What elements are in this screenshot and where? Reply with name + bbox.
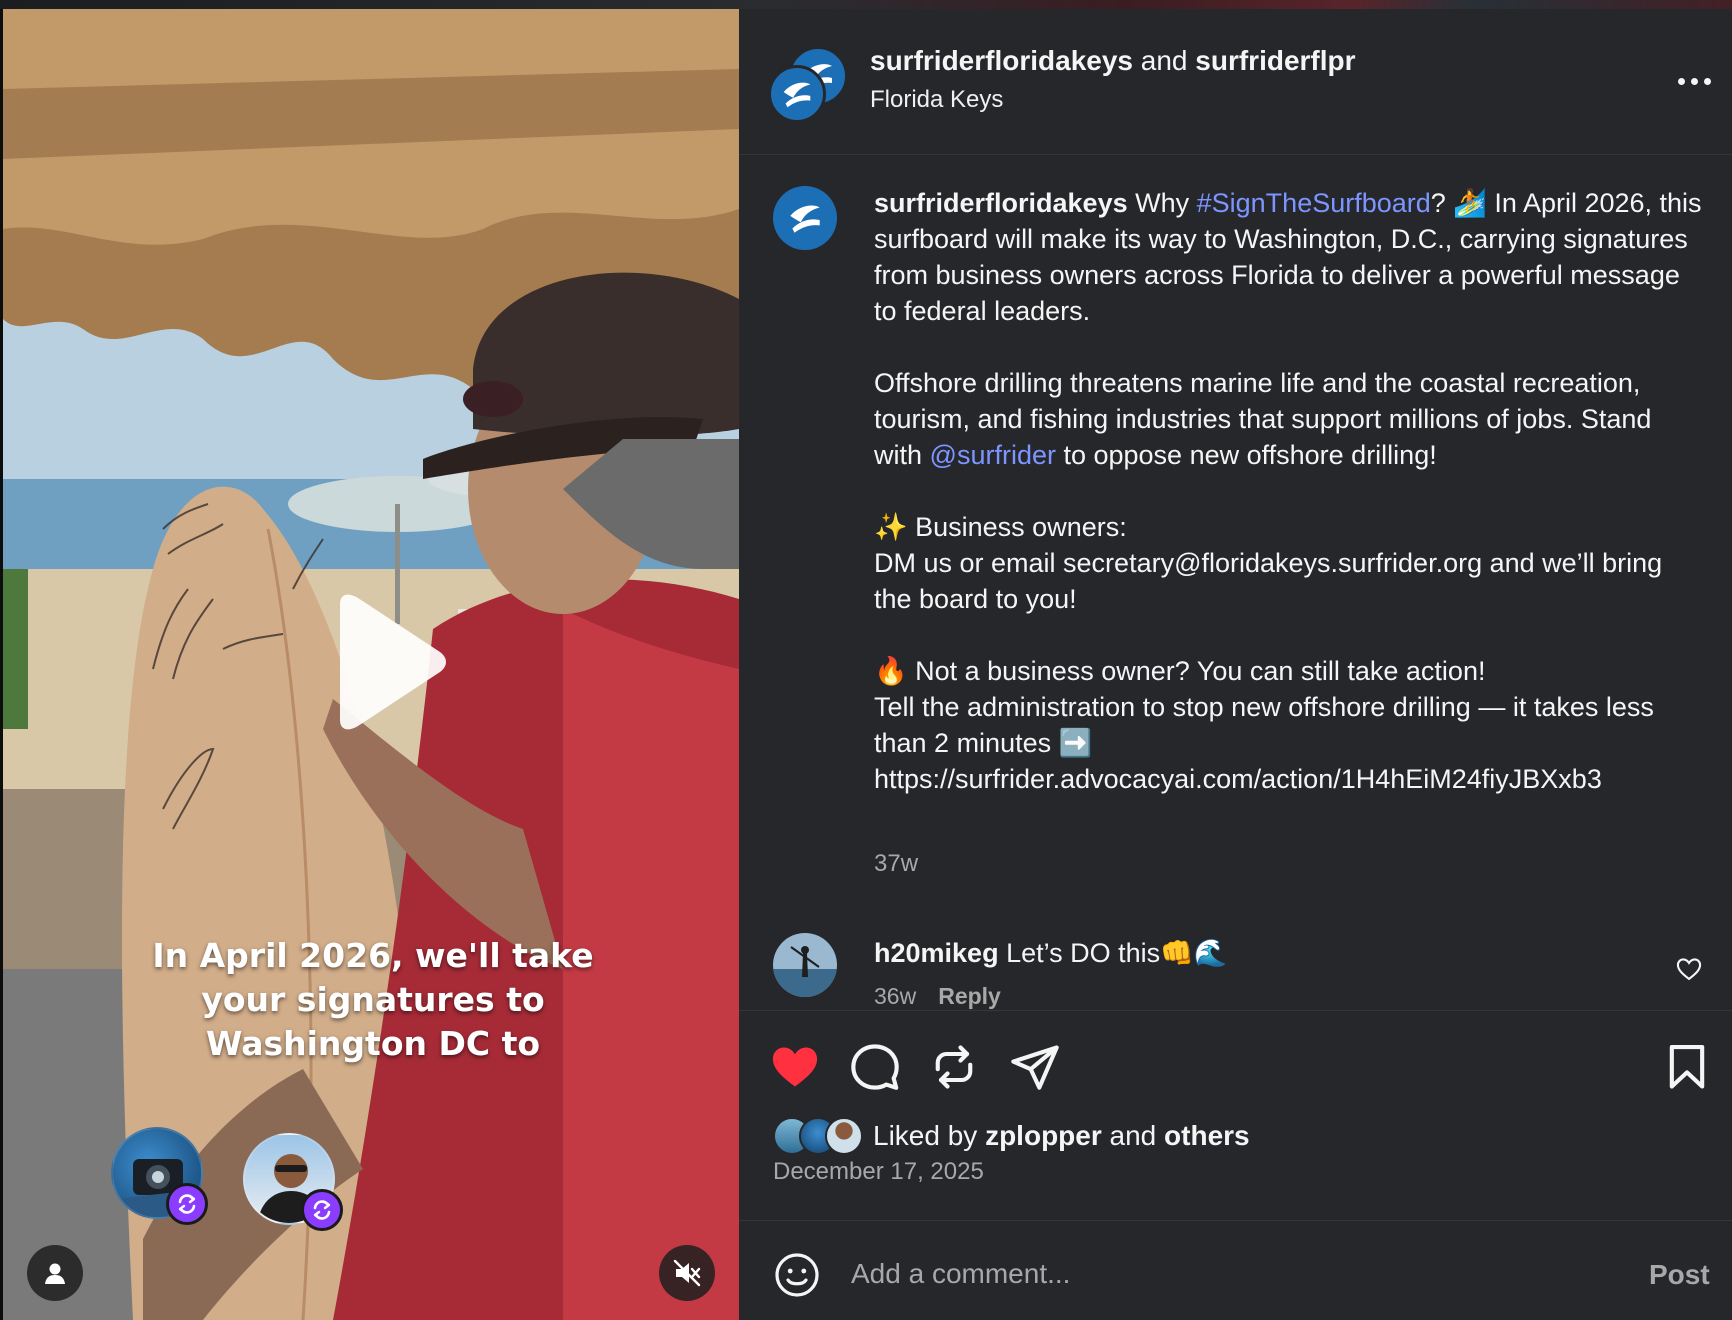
save-button[interactable]: [1661, 1041, 1713, 1093]
tagged-users-button[interactable]: [27, 1245, 83, 1301]
caption-text-3: ✨ Business owners: DM us or email secret…: [874, 512, 1663, 614]
surfrider-logo-icon: [790, 205, 820, 233]
post-date[interactable]: December 17, 2025: [773, 1158, 984, 1186]
repost-icon: [178, 1194, 196, 1214]
authors-conjunction: and: [1133, 45, 1196, 76]
heart-filled-icon: [772, 1047, 818, 1087]
liked-by-text: Liked by zplopper and others: [873, 1120, 1250, 1152]
share-icon: [1011, 1045, 1059, 1090]
comment-meta: 36w Reply: [874, 983, 1001, 1010]
more-dot: [1691, 77, 1698, 85]
commenter-photo: [773, 933, 837, 997]
caption-username[interactable]: surfriderfloridakeys: [874, 188, 1128, 218]
heart-outline-icon: [1676, 958, 1702, 981]
liked-by-prefix: Liked by: [873, 1120, 986, 1151]
repost-icon: [935, 1045, 973, 1089]
mute-toggle-button[interactable]: [659, 1245, 715, 1301]
post-header: surfriderfloridakeys and surfriderflpr F…: [739, 9, 1732, 155]
liked-by-user[interactable]: zplopper: [985, 1120, 1102, 1151]
post-caption: surfriderfloridakeys Why #SignTheSurfboa…: [874, 185, 1704, 797]
more-horizontal-icon: [1678, 77, 1685, 85]
comment-icon: [851, 1044, 899, 1090]
user-tag-icon: [45, 1263, 65, 1284]
liker-avatar-3[interactable]: [825, 1117, 863, 1155]
post-authors: surfriderfloridakeys and surfriderflpr: [870, 45, 1356, 77]
comment-like-button[interactable]: [1675, 955, 1703, 983]
caption-author-avatar[interactable]: [773, 186, 837, 250]
comment-input[interactable]: [851, 1249, 1551, 1299]
play-button[interactable]: [318, 594, 448, 730]
collab-avatar-front[interactable]: [768, 65, 826, 123]
caption-text-1a: Why: [1127, 188, 1197, 218]
comment-item: h20mikeg Let’s DO this👊🌊 36w Reply: [739, 925, 1732, 1010]
post-details-panel: surfriderfloridakeys and surfriderflpr F…: [739, 9, 1732, 1320]
bookmark-icon: [1669, 1045, 1705, 1089]
mention-link[interactable]: @surfrider: [930, 440, 1056, 470]
surfrider-logo-icon: [783, 82, 811, 108]
add-comment-bar: Post: [739, 1220, 1732, 1320]
more-options-button[interactable]: [1678, 69, 1718, 93]
repost-button[interactable]: [928, 1041, 980, 1093]
reply-button[interactable]: Reply: [938, 983, 1001, 1009]
author-username-2[interactable]: surfriderflpr: [1195, 45, 1355, 76]
author-username-1[interactable]: surfriderfloridakeys: [870, 45, 1133, 76]
collaborator-badge-2: [301, 1189, 343, 1231]
post-actions: Liked by zplopper and others December 17…: [739, 1010, 1732, 1220]
post-location[interactable]: Florida Keys: [870, 86, 1003, 114]
commenter-avatar[interactable]: [773, 933, 837, 997]
comment-button[interactable]: [849, 1041, 901, 1093]
comment-text: h20mikeg Let’s DO this👊🌊: [874, 937, 1227, 969]
share-button[interactable]: [1009, 1041, 1061, 1093]
emoji-icon: [775, 1253, 819, 1297]
post-media-video[interactable]: In April 2026, we'll take your signature…: [3, 9, 739, 1320]
comment-body: Let’s DO this👊🌊: [998, 938, 1228, 968]
speaker-muted-icon: [673, 1259, 701, 1287]
liked-by-conjunction: and: [1101, 1120, 1165, 1151]
caption-text-2b: to oppose new offshore drilling!: [1055, 440, 1437, 470]
hashtag-link[interactable]: #SignTheSurfboard: [1197, 188, 1431, 218]
repost-icon: [313, 1200, 331, 1220]
post-comment-button[interactable]: Post: [1649, 1259, 1710, 1291]
comment-username[interactable]: h20mikeg: [874, 938, 999, 968]
emoji-picker-button[interactable]: [773, 1251, 821, 1299]
comment-timestamp[interactable]: 36w: [874, 983, 916, 1009]
likes-summary: Liked by zplopper and others: [773, 1116, 1250, 1156]
comments-scroll-area[interactable]: surfriderfloridakeys Why #SignTheSurfboa…: [739, 155, 1732, 1010]
liked-by-others[interactable]: others: [1164, 1120, 1250, 1151]
caption-timestamp[interactable]: 37w: [874, 850, 918, 878]
video-overlay-caption: In April 2026, we'll take your signature…: [152, 936, 594, 1063]
browser-backdrop-strip: [0, 0, 1732, 9]
caption-text-4: 🔥 Not a business owner? You can still ta…: [874, 656, 1654, 794]
play-icon: [340, 594, 446, 730]
collaborator-badge-1: [166, 1183, 208, 1225]
like-button[interactable]: [769, 1041, 821, 1093]
more-dot: [1704, 77, 1711, 85]
